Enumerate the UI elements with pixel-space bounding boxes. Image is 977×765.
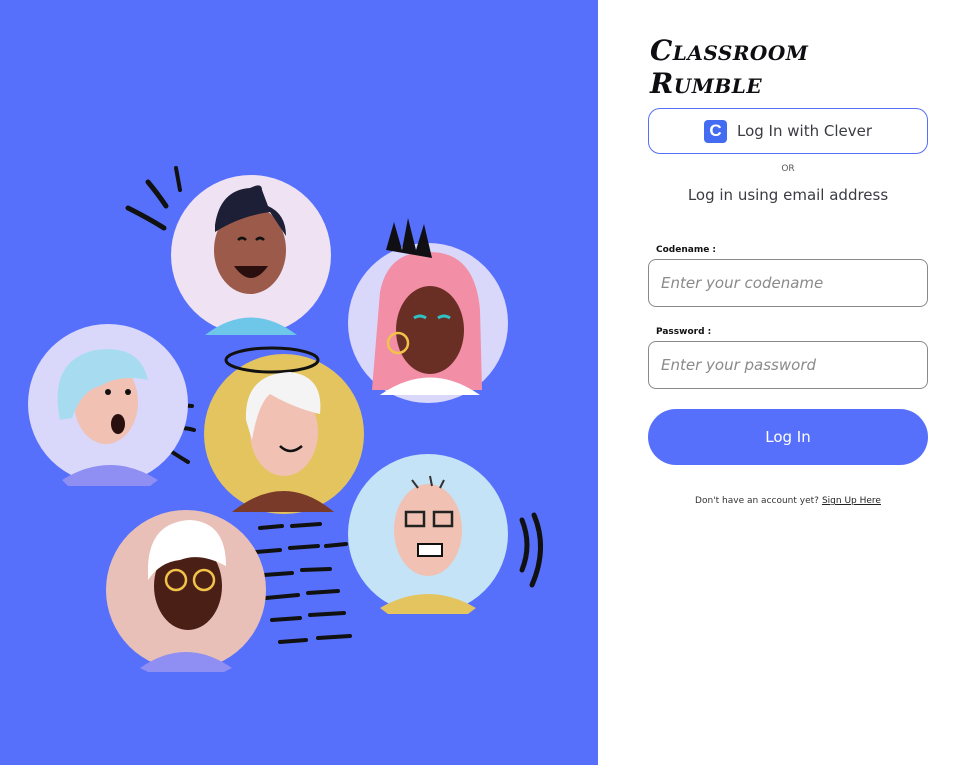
codename-label: Codename : [656,245,717,255]
signup-prompt-text: Don't have an account yet? [695,496,819,506]
signup-link[interactable]: Sign Up Here [822,496,881,506]
login-button[interactable]: Log In [648,409,928,465]
or-divider: OR [781,164,795,174]
avatars-illustration [28,166,544,672]
signup-prompt-line: Don't have an account yet? Sign Up Here [648,496,928,506]
clever-c-icon: C [704,119,727,143]
clever-login-button[interactable]: C Log In with Clever [648,108,928,154]
glasses-man-avatar [348,454,508,614]
surprised-woman-avatar [28,324,188,486]
halo-person-avatar [204,346,364,514]
hero-illustration-panel [0,0,598,765]
smiling-man-avatar [171,175,331,335]
clever-login-label: Log In with Clever [737,122,872,140]
email-login-heading: Log in using email address [687,186,889,204]
brand-logo: Classroom Rumble [650,34,809,100]
login-panel: Classroom Rumble C Log In with Clever OR… [598,0,977,765]
password-input[interactable] [648,341,928,389]
password-label: Password : [656,327,712,337]
codename-input[interactable] [648,259,928,307]
older-woman-avatar [106,510,266,672]
pink-hair-woman-avatar [348,218,508,403]
